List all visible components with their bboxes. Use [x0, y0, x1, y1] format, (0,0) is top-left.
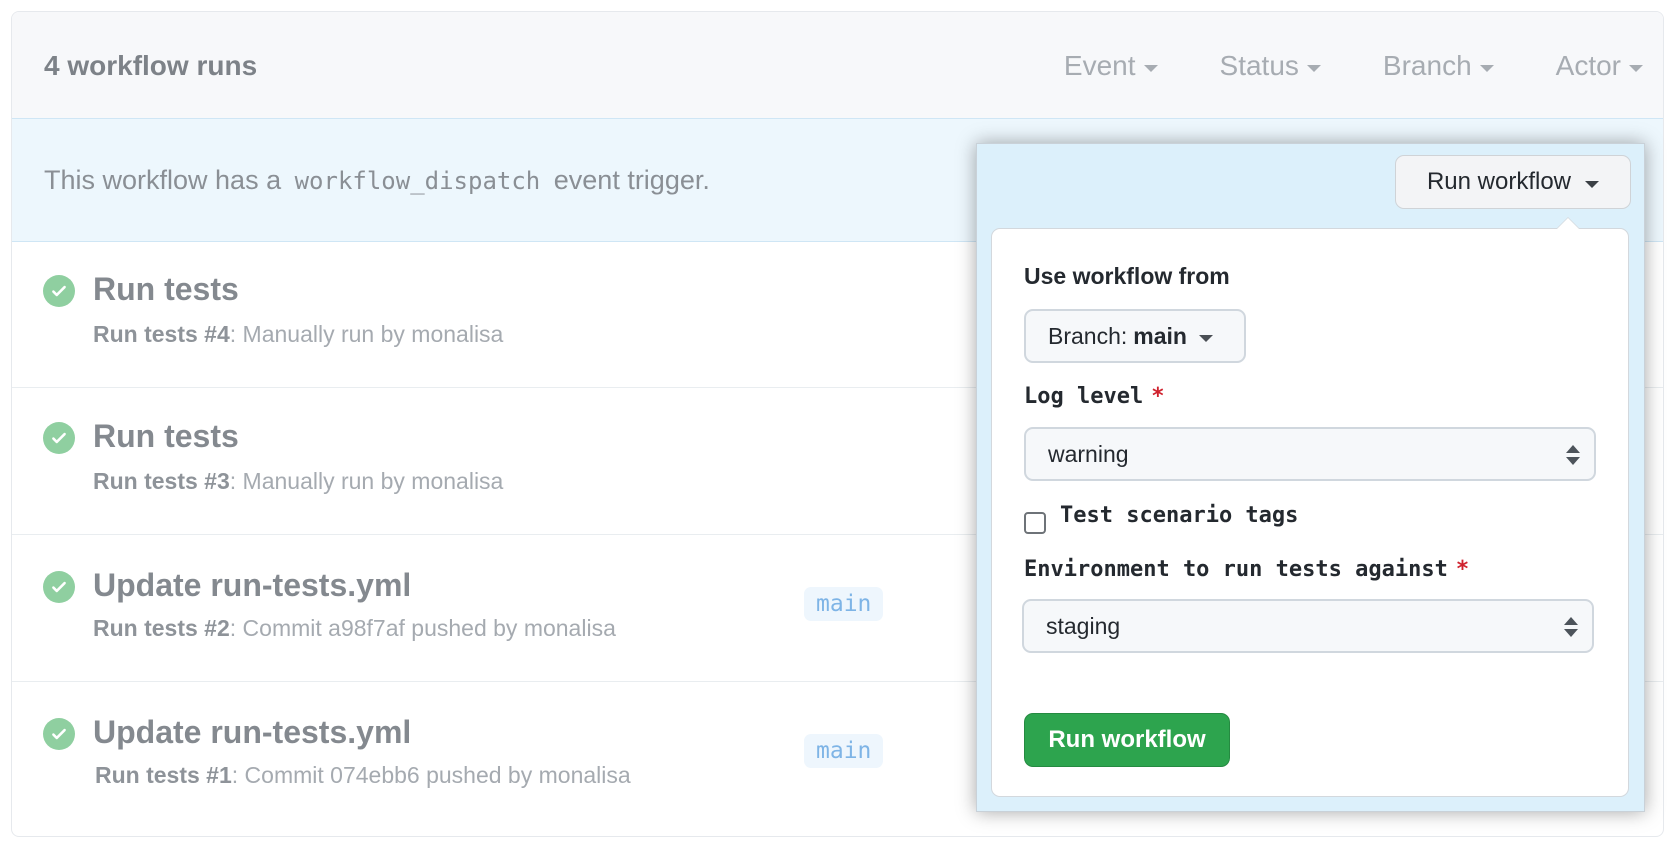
select-arrows-icon — [1564, 617, 1578, 637]
run-workflow-name: Run tests #3 — [93, 468, 230, 494]
run-title[interactable]: Run tests — [93, 418, 239, 455]
run-workflow-popover: Run workflow Use workflow from Branch: m… — [976, 143, 1645, 812]
branch-prefix: Branch: — [1048, 322, 1128, 349]
banner-code: workflow_dispatch — [294, 167, 541, 195]
chevron-down-icon — [1479, 64, 1494, 72]
filter-event-label: Event — [1063, 50, 1136, 81]
banner-text-before: This workflow has a — [44, 165, 282, 195]
success-check-icon — [43, 571, 75, 603]
run-title[interactable]: Update run-tests.yml — [93, 714, 411, 751]
chevron-down-icon — [1585, 180, 1600, 188]
filter-event[interactable]: Event — [1064, 50, 1158, 82]
run-detail: : Manually run by monalisa — [229, 468, 504, 494]
run-workflow-menu: Use workflow from Branch: main Log level… — [991, 217, 1629, 797]
test-scenario-tags-label[interactable]: Test scenario tags — [1060, 503, 1298, 528]
chevron-down-icon — [1198, 334, 1213, 342]
log-level-value: warning — [1048, 440, 1129, 467]
filter-status-label: Status — [1219, 50, 1299, 81]
run-subtitle: Run tests #2: Commit a98f7af pushed by m… — [93, 615, 616, 642]
chevron-down-icon — [1629, 64, 1643, 72]
run-title[interactable]: Update run-tests.yml — [93, 567, 411, 604]
log-level-label: Log level * — [1024, 384, 1164, 409]
environment-value: staging — [1046, 612, 1121, 639]
branch-tag[interactable]: main — [804, 587, 884, 621]
run-workflow-toggle-button[interactable]: Run workflow — [1395, 155, 1631, 209]
success-check-icon — [43, 422, 75, 454]
run-workflow-name: Run tests #4 — [93, 321, 230, 347]
run-subtitle: Run tests #3: Manually run by monalisa — [93, 468, 503, 495]
branch-value: main — [1133, 322, 1187, 349]
filter-branch[interactable]: Branch — [1383, 50, 1494, 82]
banner-text: This workflow has a workflow_dispatch ev… — [44, 165, 710, 196]
run-workflow-name: Run tests #2 — [93, 615, 230, 641]
filter-actor[interactable]: Actor — [1556, 50, 1643, 82]
select-arrows-icon — [1566, 445, 1580, 465]
success-check-icon — [43, 275, 75, 307]
required-marker: * — [1151, 384, 1165, 409]
run-workflow-toggle-label: Run workflow — [1426, 168, 1572, 195]
runs-header: 4 workflow runs Event Status Branch Acto… — [12, 12, 1663, 119]
branch-select-button[interactable]: Branch: main — [1024, 309, 1246, 363]
branch-tag[interactable]: main — [804, 734, 884, 768]
filter-actor-label: Actor — [1555, 50, 1621, 81]
runs-count: 4 workflow runs — [44, 50, 258, 81]
use-workflow-from-label: Use workflow from — [1024, 263, 1230, 289]
chevron-down-icon — [1306, 64, 1321, 72]
log-level-label-text: Log level — [1024, 384, 1144, 409]
menu-pointer — [1556, 217, 1580, 229]
success-check-icon — [43, 718, 75, 750]
banner-text-after: event trigger. — [553, 165, 710, 195]
environment-select[interactable]: staging — [1022, 599, 1594, 653]
run-subtitle: Run tests #4: Manually run by monalisa — [93, 321, 503, 348]
run-subtitle: Run tests #1: Commit 074ebb6 pushed by m… — [95, 762, 631, 789]
run-workflow-name: Run tests #1 — [95, 762, 232, 788]
run-workflow-submit-button[interactable]: Run workflow — [1024, 713, 1230, 767]
run-detail: : Commit a98f7af pushed by monalisa — [229, 615, 616, 641]
environment-label: Environment to run tests against * — [1024, 557, 1469, 582]
filter-bar: Event Status Branch Actor — [1002, 50, 1643, 82]
log-level-select[interactable]: warning — [1024, 427, 1596, 481]
filter-branch-label: Branch — [1382, 50, 1472, 81]
chevron-down-icon — [1143, 64, 1158, 72]
test-scenario-tags-checkbox[interactable] — [1024, 512, 1046, 534]
run-detail: : Commit 074ebb6 pushed by monalisa — [231, 762, 631, 788]
environment-label-text: Environment to run tests against — [1024, 557, 1448, 582]
required-marker: * — [1455, 557, 1470, 582]
run-detail: : Manually run by monalisa — [229, 321, 504, 347]
filter-status[interactable]: Status — [1220, 50, 1321, 82]
run-title[interactable]: Run tests — [93, 271, 239, 308]
